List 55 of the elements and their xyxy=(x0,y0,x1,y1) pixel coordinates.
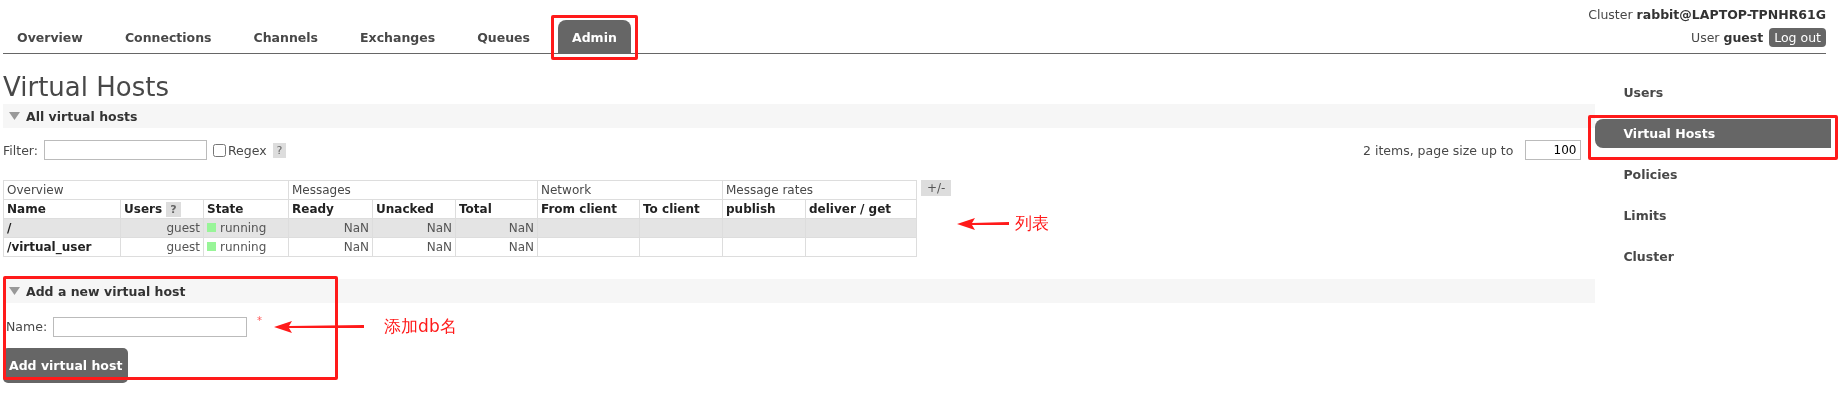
column-header: Name xyxy=(3,199,121,219)
annotation-label: 列表 xyxy=(1015,212,1050,235)
state-text: running xyxy=(220,221,267,235)
sidebar-item[interactable]: Policies xyxy=(1595,160,1832,189)
name-field[interactable] xyxy=(53,316,248,337)
section-title: Add a new virtual host xyxy=(26,283,186,299)
column-group-header: Message rates xyxy=(722,180,917,200)
nav-tab[interactable]: Overview xyxy=(3,20,97,53)
status-square-icon xyxy=(207,242,216,251)
page-title: Virtual Hosts xyxy=(3,72,170,102)
page-info: 2 items, page size up to xyxy=(1363,142,1514,158)
section-title: All virtual hosts xyxy=(26,108,138,124)
annotation-label: 添加db名 xyxy=(384,315,457,338)
filter-label: Filter: xyxy=(3,142,38,158)
nav-tab[interactable]: Connections xyxy=(110,20,226,53)
filter-field[interactable] xyxy=(43,140,207,160)
sidebar-item[interactable]: Limits xyxy=(1595,201,1832,230)
column-header: publish xyxy=(722,199,806,219)
column-header: Total xyxy=(455,199,538,219)
column-title: Users xyxy=(124,202,163,216)
regex-label: Regex xyxy=(227,142,267,158)
user-label: User guest xyxy=(1691,30,1764,45)
collapse-triangle-icon[interactable] xyxy=(9,112,20,120)
column-header: Ready xyxy=(288,199,373,219)
annotation-arrow xyxy=(957,216,1010,231)
column-header: To client xyxy=(639,199,723,219)
column-group-header: Messages xyxy=(288,180,538,200)
help-button[interactable]: ? xyxy=(166,202,181,217)
column-header: Unacked xyxy=(372,199,456,219)
column-header: State xyxy=(203,199,289,219)
logout-button[interactable]: Log out xyxy=(1769,28,1826,47)
nav-tab[interactable]: Admin xyxy=(558,20,631,53)
nav-tab[interactable]: Exchanges xyxy=(346,20,450,53)
sidebar-item[interactable]: Cluster xyxy=(1595,242,1832,271)
page-size-field[interactable]: 100 xyxy=(1525,140,1582,160)
status-square-icon xyxy=(207,223,216,232)
column-group-header: Overview xyxy=(3,180,289,200)
column-group-header: Network xyxy=(537,180,723,200)
nav-tab[interactable]: Channels xyxy=(239,20,333,53)
nav-tab[interactable]: Queues xyxy=(463,20,544,53)
sidebar-item[interactable]: Virtual Hosts xyxy=(1595,119,1832,148)
section-header[interactable]: Add a new virtual host xyxy=(3,279,1596,303)
cluster-label: Cluster rabbit@LAPTOP-TPNHR61G xyxy=(1588,7,1826,22)
column-header: deliver / get xyxy=(805,199,917,219)
collapse-triangle-icon[interactable] xyxy=(9,287,20,295)
add-virtual-host-button[interactable]: Add virtual host xyxy=(3,348,129,383)
column-toggle-button[interactable]: +/- xyxy=(921,180,952,196)
column-header: From client xyxy=(537,199,640,219)
required-mark: * xyxy=(257,315,263,326)
sidebar-item[interactable]: Users xyxy=(1595,78,1832,107)
regex-checkbox[interactable] xyxy=(212,143,226,157)
help-button[interactable]: ? xyxy=(272,142,287,158)
state-text: running xyxy=(220,240,267,254)
name-label: Name: xyxy=(6,319,48,334)
section-header[interactable]: All virtual hosts xyxy=(3,104,1596,128)
